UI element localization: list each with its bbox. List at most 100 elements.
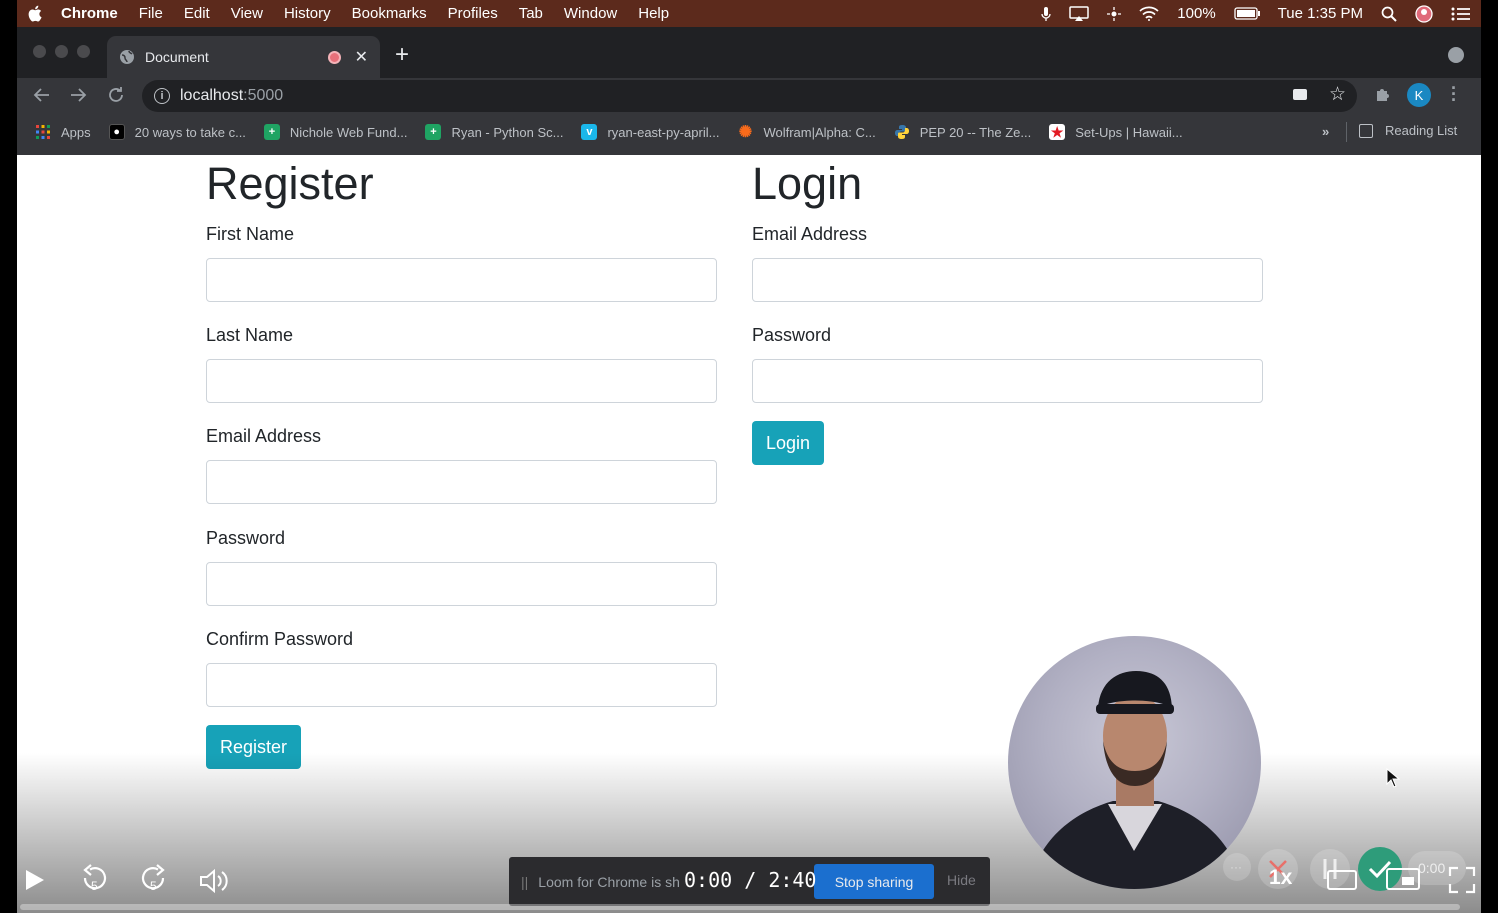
apple-icon[interactable]: [27, 5, 43, 22]
last-name-label: Last Name: [206, 325, 294, 345]
tab-strip: Document ✕ +: [17, 27, 1481, 78]
battery-icon[interactable]: [1234, 7, 1260, 20]
close-window-button[interactable]: [33, 45, 46, 58]
forward-arrow-icon[interactable]: [69, 86, 87, 109]
time-separator: /: [744, 868, 757, 892]
bookmark-label: Ryan - Python Sc...: [451, 124, 564, 140]
apps-grid-icon: [35, 124, 51, 140]
playback-timeline[interactable]: [20, 904, 1460, 910]
stop-sharing-button[interactable]: Stop sharing: [814, 864, 934, 899]
fullscreen-icon[interactable]: [1448, 866, 1476, 899]
menu-file[interactable]: File: [139, 5, 163, 22]
close-tab-icon[interactable]: ✕: [355, 47, 368, 67]
bookmark-star-icon[interactable]: ☆: [1329, 83, 1346, 106]
tab-title: Document: [145, 49, 209, 65]
site-info-icon[interactable]: i: [154, 88, 170, 104]
bookmark-apps[interactable]: Apps: [35, 124, 91, 140]
url-port: :5000: [243, 87, 284, 104]
bookmark-ryan-sheet[interactable]: + Ryan - Python Sc...: [425, 124, 563, 140]
microphone-icon[interactable]: [1041, 6, 1051, 22]
bookmark-label: Nichole Web Fund...: [289, 124, 408, 140]
control-center-icon[interactable]: [1107, 6, 1122, 21]
battery-percent[interactable]: 100%: [1177, 5, 1215, 22]
chrome-menu-icon[interactable]: · · ·: [1451, 79, 1457, 109]
python-icon: [894, 124, 910, 140]
globe-icon: [119, 49, 135, 65]
first-name-label: First Name: [206, 224, 295, 244]
login-button[interactable]: Login: [752, 421, 825, 465]
register-form: Register First Name Last Name Email Addr…: [206, 155, 717, 769]
bookmarks-divider: [1346, 122, 1347, 142]
new-tab-button[interactable]: +: [395, 41, 409, 69]
volume-icon[interactable]: [199, 868, 231, 899]
back-arrow-icon[interactable]: [33, 86, 51, 109]
wifi-icon[interactable]: [1139, 6, 1159, 21]
menu-bookmarks[interactable]: Bookmarks: [352, 5, 427, 22]
login-password-input[interactable]: [752, 359, 1263, 403]
svg-text:···: ···: [1230, 860, 1242, 874]
profile-avatar[interactable]: K: [1407, 83, 1431, 107]
register-email-input[interactable]: [206, 460, 717, 504]
menu-window[interactable]: Window: [564, 5, 617, 22]
notification-center-icon[interactable]: [1451, 7, 1471, 21]
bookmark-nichole-sheet[interactable]: + Nichole Web Fund...: [263, 124, 408, 140]
bookmark-label: 20 ways to take c...: [134, 124, 246, 140]
login-email-input[interactable]: [752, 258, 1263, 302]
menu-help[interactable]: Help: [638, 5, 669, 22]
menu-edit[interactable]: Edit: [184, 5, 210, 22]
register-password-input[interactable]: [206, 562, 717, 606]
login-form: Login Email Address Password Login: [752, 155, 1263, 465]
menu-profiles[interactable]: Profiles: [448, 5, 498, 22]
macos-menubar: Chrome File Edit View History Bookmarks …: [17, 0, 1481, 27]
menubar-clock[interactable]: Tue 1:35 PM: [1278, 5, 1363, 22]
reload-icon[interactable]: [107, 86, 125, 109]
forward-5-icon[interactable]: 5: [139, 864, 169, 901]
rewind-seconds: 5: [91, 879, 98, 893]
tab-document[interactable]: Document ✕: [107, 36, 380, 78]
hide-banner-button[interactable]: Hide: [947, 872, 976, 888]
reading-list-button[interactable]: Reading List: [1359, 123, 1457, 138]
bookmark-setups[interactable]: ★ Set-Ups | Hawaii...: [1049, 123, 1183, 140]
address-bar[interactable]: i localhost:5000 ☆: [142, 80, 1357, 112]
user-profile-icon[interactable]: [1415, 4, 1433, 23]
browser-chrome: Document ✕ + i localhost:5000 ☆ K · · ·…: [17, 27, 1481, 155]
playback-time: 0:00 / 2:40: [684, 868, 816, 892]
vimeo-icon: v: [581, 124, 598, 140]
window-controls: [33, 45, 90, 58]
bookmark-label: PEP 20 -- The Ze...: [919, 124, 1032, 140]
spotlight-search-icon[interactable]: [1381, 6, 1397, 22]
bookmark-vimeo[interactable]: v ryan-east-py-april...: [581, 124, 719, 140]
drag-handle-icon[interactable]: ||: [521, 874, 528, 890]
current-time: 0:00: [684, 868, 733, 892]
bookmarks-overflow-button[interactable]: »: [1322, 124, 1329, 139]
tab-search-icon[interactable]: [1448, 47, 1464, 63]
picture-in-picture-icon[interactable]: [1386, 866, 1420, 897]
zoom-window-button[interactable]: [77, 45, 90, 58]
rewind-5-icon[interactable]: 5: [79, 864, 109, 901]
star-icon: ★: [1049, 123, 1066, 140]
browser-toolbar: i localhost:5000 ☆ K · · ·: [17, 78, 1481, 114]
play-icon[interactable]: [24, 868, 46, 897]
last-name-input[interactable]: [206, 359, 717, 403]
menu-app-chrome[interactable]: Chrome: [61, 5, 118, 22]
first-name-input[interactable]: [206, 258, 717, 302]
playback-speed-button[interactable]: 1x: [1269, 866, 1292, 890]
menu-view[interactable]: View: [231, 5, 263, 22]
bookmark-medium[interactable]: ● 20 ways to take c...: [108, 124, 246, 140]
extensions-puzzle-icon[interactable]: [1374, 86, 1391, 108]
confirm-password-label: Confirm Password: [206, 629, 354, 649]
bookmark-pep20[interactable]: PEP 20 -- The Ze...: [894, 124, 1032, 140]
camera-in-use-icon[interactable]: [1293, 89, 1307, 100]
confirm-password-input[interactable]: [206, 663, 717, 707]
reading-list-icon: [1359, 123, 1373, 138]
menu-tab[interactable]: Tab: [519, 5, 543, 22]
minimize-window-button[interactable]: [55, 45, 68, 58]
bookmark-label: Wolfram|Alpha: C...: [763, 124, 876, 140]
register-button[interactable]: Register: [206, 725, 302, 769]
theater-mode-icon[interactable]: [1327, 868, 1357, 897]
login-email-label: Email Address: [752, 224, 868, 244]
airplay-icon[interactable]: [1069, 5, 1090, 22]
bookmark-wolfram[interactable]: ✺ Wolfram|Alpha: C...: [737, 124, 876, 141]
bookmark-label: Set-Ups | Hawaii...: [1075, 124, 1183, 140]
menu-history[interactable]: History: [284, 5, 331, 22]
